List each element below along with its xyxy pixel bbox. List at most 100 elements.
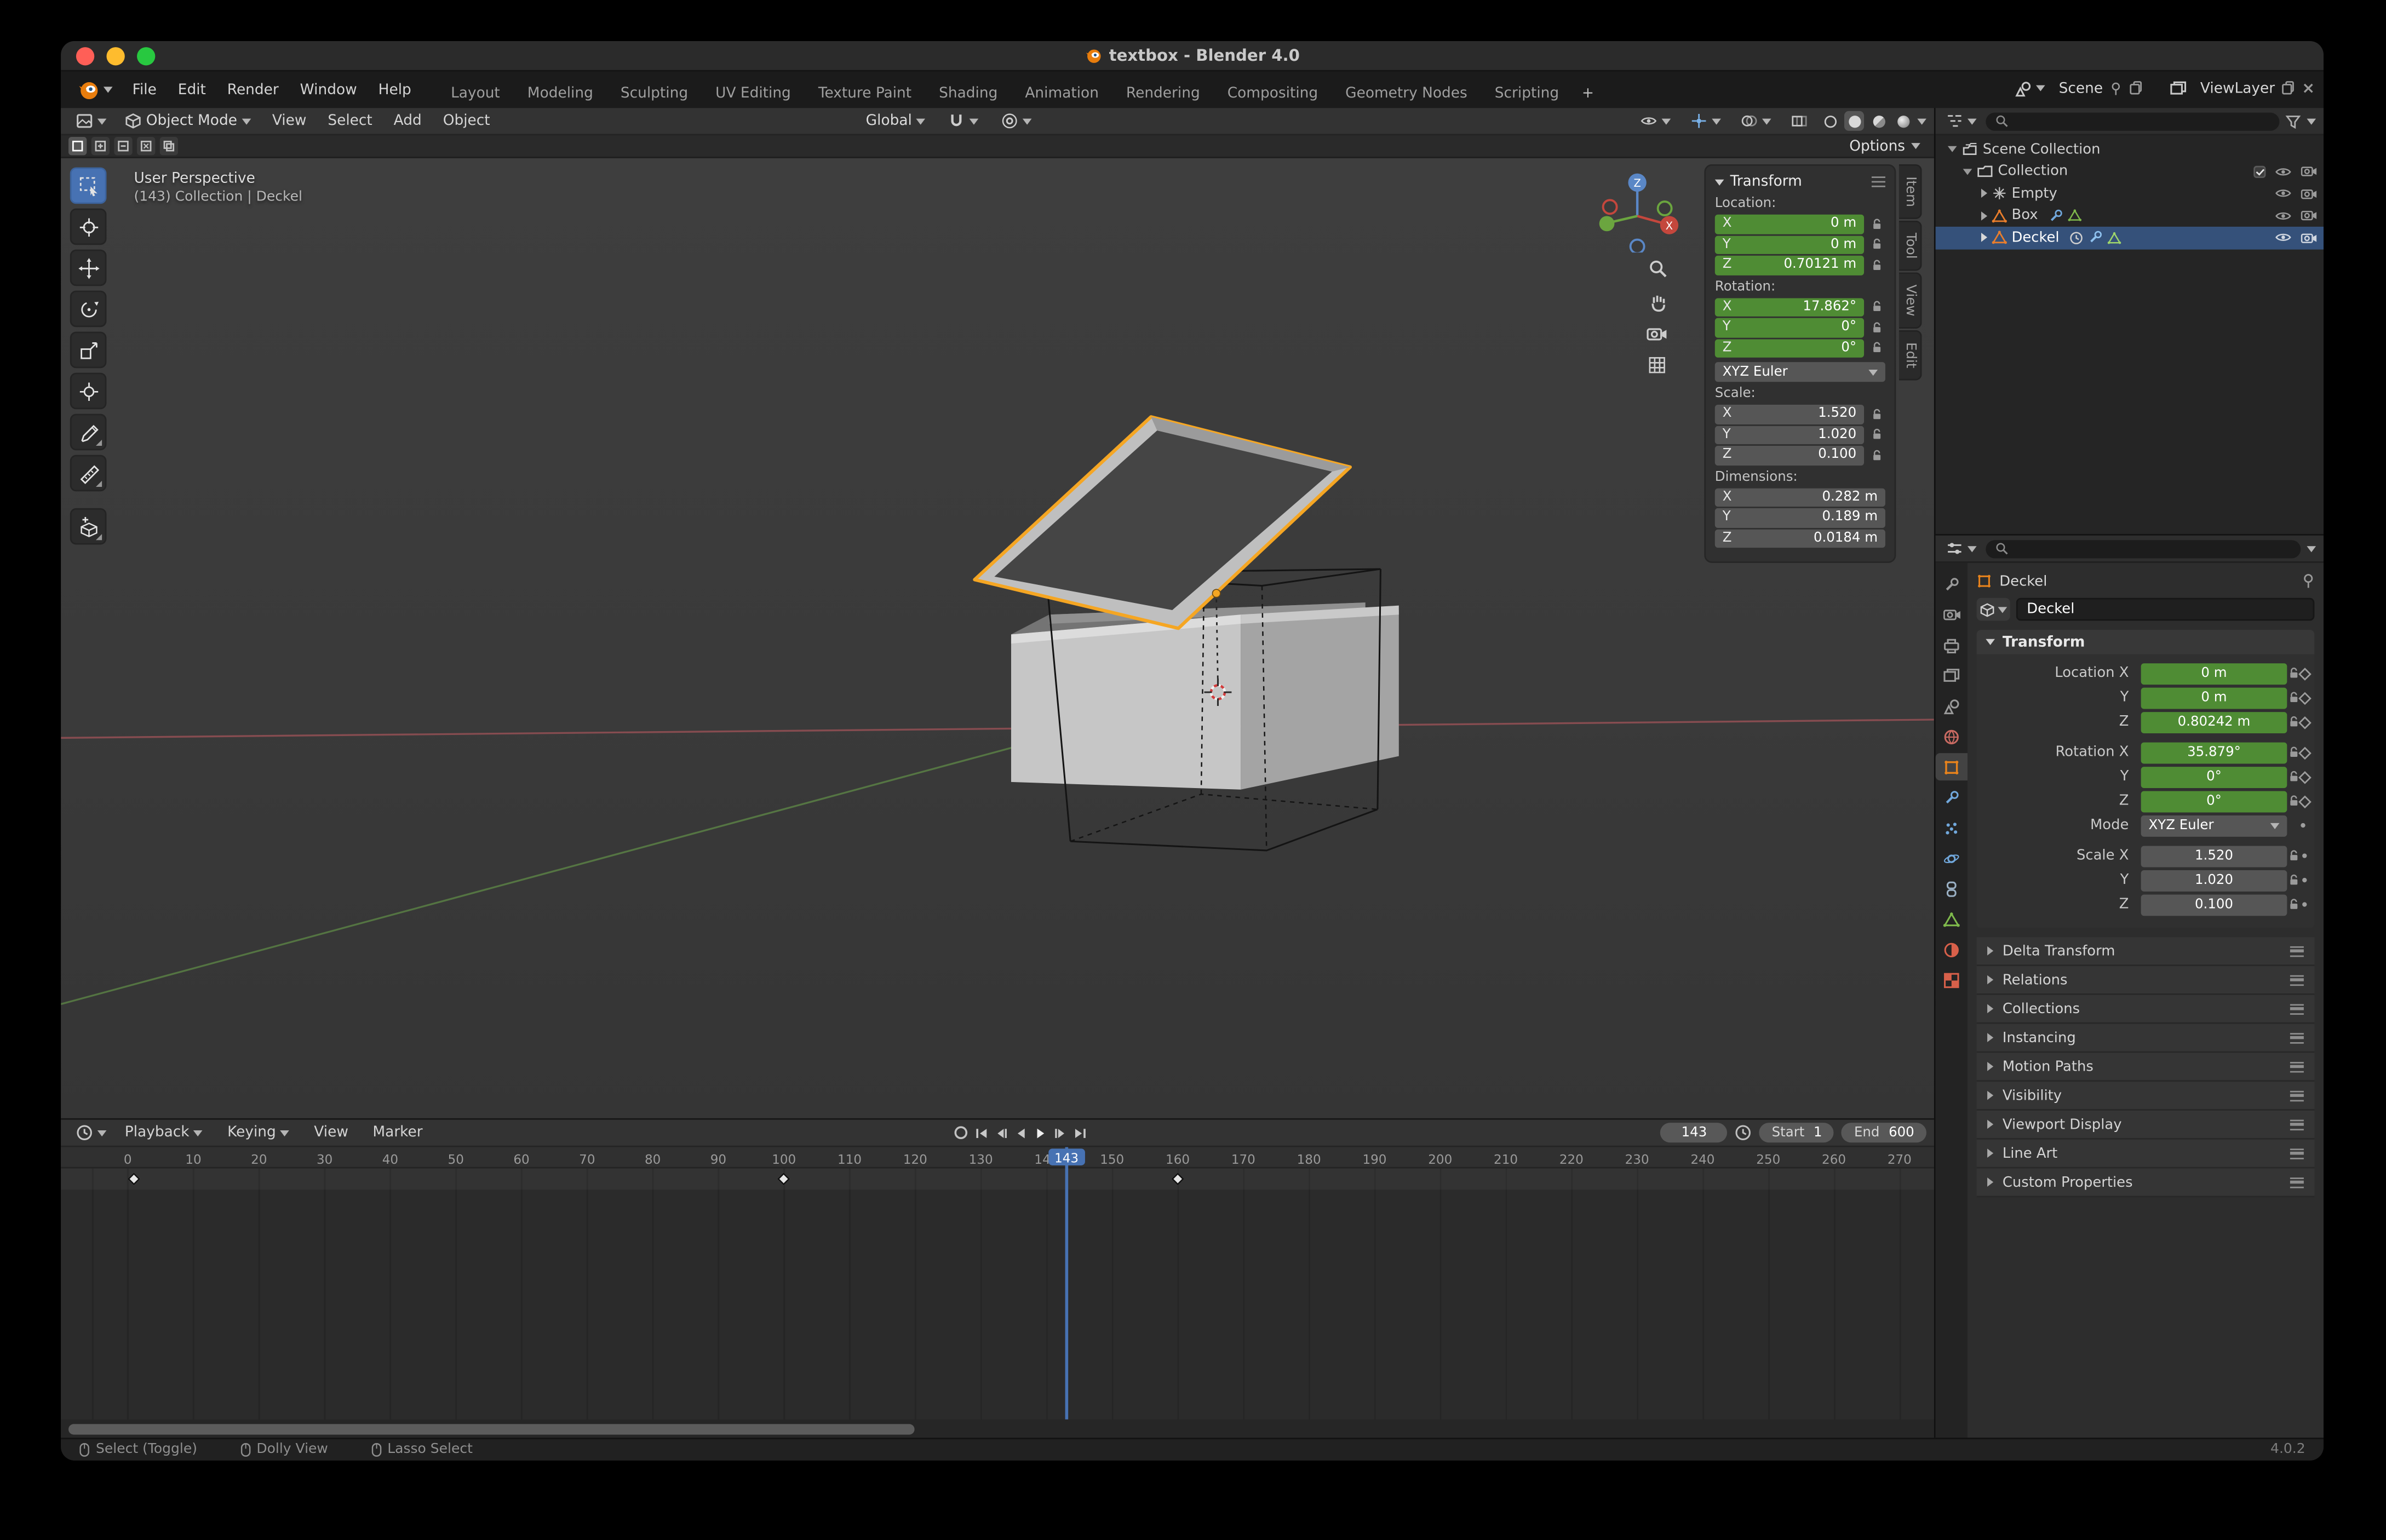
- filter-funnel-icon[interactable]: [2286, 113, 2301, 129]
- tab-world[interactable]: [1936, 723, 1968, 750]
- cursor-tool[interactable]: [70, 209, 107, 245]
- rotation-mode-dropdown[interactable]: XYZ Euler: [1715, 362, 1885, 382]
- select-mode-subtract-button[interactable]: [114, 137, 132, 155]
- chevron-down-icon[interactable]: [2307, 545, 2316, 551]
- rotation-z-field[interactable]: 0°: [2141, 790, 2287, 812]
- render-visibility-camera-icon[interactable]: [2301, 187, 2318, 200]
- outliner-row-deckel[interactable]: Deckel: [1936, 227, 2324, 249]
- scale-y-field[interactable]: Y1.020: [1715, 425, 1864, 444]
- tab-texture[interactable]: [1936, 966, 1968, 993]
- expand-icon[interactable]: [1981, 189, 1987, 198]
- workspace-tab[interactable]: Layout: [437, 81, 514, 108]
- current-frame-field[interactable]: 143: [1661, 1123, 1728, 1142]
- workspace-tab[interactable]: Scripting: [1481, 81, 1573, 108]
- lock-icon[interactable]: [2287, 898, 2301, 911]
- scale-x-field[interactable]: X1.520: [1715, 405, 1864, 424]
- titlebar[interactable]: textbox - Blender 4.0: [61, 41, 2324, 72]
- tab-object-data[interactable]: [1936, 905, 1968, 933]
- properties-search-input[interactable]: [1986, 539, 2301, 558]
- transform-panel-header[interactable]: Transform: [1977, 630, 2315, 654]
- properties-editor-type-button[interactable]: [1943, 538, 1980, 558]
- timeline-ruler[interactable]: 0102030405060708090100110120130140150160…: [61, 1147, 1934, 1169]
- scene-browse-button[interactable]: [2007, 78, 2052, 98]
- next-keyframe-button[interactable]: [1053, 1125, 1068, 1140]
- annotate-tool[interactable]: [70, 414, 107, 451]
- lock-icon[interactable]: [1868, 300, 1885, 314]
- shading-solid-button[interactable]: [1844, 111, 1864, 131]
- workspace-tab[interactable]: Texture Paint: [805, 81, 925, 108]
- hide-eye-icon[interactable]: [2275, 210, 2292, 222]
- viewlayer-selector[interactable]: ViewLayer: [2200, 80, 2314, 97]
- n-panel-tab[interactable]: Edit: [1899, 330, 1922, 381]
- auto-keying-record-button[interactable]: [953, 1124, 970, 1141]
- workspace-tab[interactable]: Geometry Nodes: [1332, 81, 1481, 108]
- keying-menu[interactable]: Keying: [217, 1120, 301, 1146]
- render-visibility-camera-icon[interactable]: [2301, 209, 2318, 222]
- timeline-editor-type-button[interactable]: [68, 1123, 114, 1142]
- tab-object[interactable]: [1936, 753, 1968, 780]
- transform-tool[interactable]: [70, 373, 107, 410]
- section-menu-icon[interactable]: [2290, 1119, 2304, 1129]
- tab-material[interactable]: [1936, 935, 1968, 963]
- rotation-x-field[interactable]: 35.879°: [2141, 742, 2287, 763]
- navigation-gizmo[interactable]: Z X: [1595, 168, 1680, 253]
- animate-dot-button[interactable]: [2301, 878, 2308, 882]
- keyframe-diamond-button[interactable]: [2301, 797, 2309, 805]
- jump-to-start-button[interactable]: [974, 1125, 989, 1140]
- snap-toggle[interactable]: [941, 111, 986, 131]
- collection-checkbox[interactable]: [2253, 165, 2266, 178]
- gizmo-neg-y-ball[interactable]: [1658, 202, 1672, 215]
- scene-selector[interactable]: Scene: [2059, 80, 2144, 97]
- viewlayer-browse-button[interactable]: [2162, 78, 2194, 98]
- animate-dot-button[interactable]: [2298, 823, 2308, 828]
- scale-y-field[interactable]: 1.020: [2141, 870, 2287, 891]
- expand-icon[interactable]: [1963, 169, 1972, 175]
- outliner-row-scene-collection[interactable]: Scene Collection: [1936, 139, 2324, 160]
- hide-eye-icon[interactable]: [2275, 165, 2292, 177]
- properties-section-header[interactable]: Viewport Display: [1977, 1111, 2315, 1140]
- jump-to-end-button[interactable]: [1072, 1125, 1088, 1140]
- dimensions-z-field[interactable]: Z0.0184 m: [1715, 528, 1885, 548]
- lock-icon[interactable]: [1868, 258, 1885, 272]
- rotation-mode-dropdown[interactable]: XYZ Euler: [2141, 815, 2287, 836]
- orthographic-grid-icon[interactable]: [1648, 356, 1666, 374]
- timeline-scrollbar-thumb[interactable]: [68, 1423, 915, 1434]
- transform-orientation-selector[interactable]: Global: [858, 111, 933, 131]
- play-reverse-button[interactable]: [1013, 1125, 1029, 1140]
- section-menu-icon[interactable]: [2290, 1032, 2304, 1043]
- topbar-menu-item[interactable]: Render: [216, 77, 289, 102]
- select-mode-invert-button[interactable]: [137, 137, 155, 155]
- shading-wireframe-button[interactable]: [1820, 111, 1839, 131]
- n-panel-tab[interactable]: Tool: [1899, 221, 1922, 271]
- select-mode-intersect-button[interactable]: [160, 137, 178, 155]
- animate-dot-button[interactable]: [2301, 902, 2308, 906]
- rotate-tool[interactable]: [70, 291, 107, 327]
- section-menu-icon[interactable]: [2290, 1003, 2304, 1014]
- location-x-field[interactable]: 0 m: [2141, 663, 2287, 684]
- zoom-view-icon[interactable]: [1647, 258, 1667, 278]
- shading-rendered-button[interactable]: [1893, 111, 1913, 131]
- outliner-row-collection[interactable]: Collection: [1936, 160, 2324, 182]
- hide-eye-icon[interactable]: [2275, 232, 2292, 244]
- tab-tool[interactable]: [1936, 571, 1968, 598]
- lock-icon[interactable]: [1868, 217, 1885, 231]
- tab-view-layer[interactable]: [1936, 662, 1968, 689]
- location-x-field[interactable]: X0 m: [1715, 215, 1864, 234]
- location-y-field[interactable]: Y0 m: [1715, 235, 1864, 254]
- lock-icon[interactable]: [1868, 320, 1885, 334]
- new-viewlayer-icon[interactable]: [2281, 81, 2296, 96]
- rotation-x-field[interactable]: X17.862°: [1715, 297, 1864, 317]
- keyframe-diamond-button[interactable]: [2301, 748, 2309, 756]
- rotation-z-field[interactable]: Z0°: [1715, 338, 1864, 358]
- timeline-tracks[interactable]: [61, 1169, 1934, 1420]
- scale-z-field[interactable]: 0.100: [2141, 894, 2287, 915]
- viewport-menu-item[interactable]: View: [261, 108, 317, 134]
- workspace-tab[interactable]: Shading: [925, 81, 1011, 108]
- zoom-button[interactable]: [137, 47, 155, 65]
- render-visibility-camera-icon[interactable]: [2301, 231, 2318, 245]
- pan-view-hand-icon[interactable]: [1647, 292, 1667, 312]
- viewport-menu-item[interactable]: Add: [383, 108, 432, 134]
- select-mode-extend-button[interactable]: [91, 137, 110, 155]
- properties-section-header[interactable]: Visibility: [1977, 1082, 2315, 1111]
- keyframe-diamond-button[interactable]: [2301, 718, 2309, 726]
